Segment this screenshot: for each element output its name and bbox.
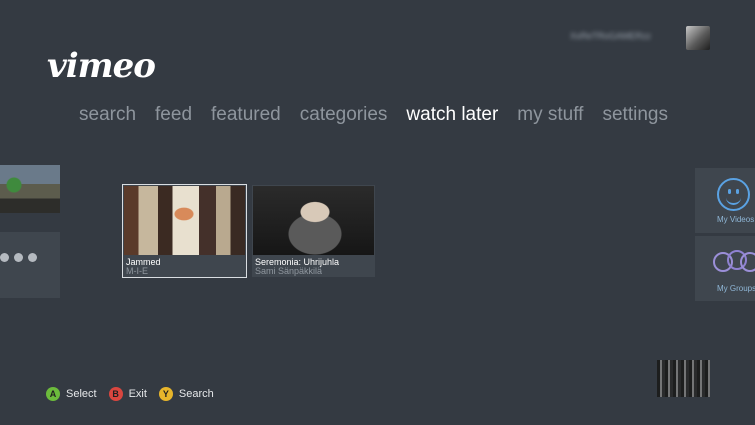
nav-settings[interactable]: settings bbox=[602, 104, 667, 130]
hint-search-label: Search bbox=[178, 388, 214, 400]
gamertag: XxReTRoGAMERzz bbox=[570, 31, 652, 41]
group-icon bbox=[740, 252, 755, 272]
my-groups-label: My Groups bbox=[717, 284, 755, 293]
now-playing-thumbnail bbox=[657, 360, 710, 397]
nav-feed[interactable]: feed bbox=[155, 104, 192, 130]
more-tile[interactable] bbox=[0, 232, 60, 298]
hint-exit[interactable]: B Exit bbox=[108, 387, 147, 401]
nav-featured[interactable]: featured bbox=[211, 104, 281, 130]
video-thumbnail bbox=[253, 186, 374, 255]
nav-categories[interactable]: categories bbox=[300, 104, 388, 130]
avatar[interactable] bbox=[686, 26, 710, 50]
nav-watch-later[interactable]: watch later bbox=[406, 104, 498, 130]
a-button-icon: A bbox=[46, 387, 60, 401]
my-groups-tile[interactable]: My Groups bbox=[695, 236, 755, 301]
vimeo-logo: vimeo bbox=[47, 46, 156, 86]
hint-select-label: Select bbox=[66, 388, 97, 400]
video-thumbnail bbox=[124, 186, 245, 255]
b-button-icon: B bbox=[108, 387, 123, 401]
hint-select[interactable]: A Select bbox=[46, 387, 97, 401]
nav-my-stuff[interactable]: my stuff bbox=[517, 104, 583, 130]
video-author: M-I-E bbox=[126, 266, 148, 276]
video-tile-seremonia[interactable]: Seremonia: Uhrijuhla Sami Sänpäkkilä bbox=[252, 185, 375, 277]
previous-video-thumbnail[interactable] bbox=[0, 165, 60, 213]
more-dot-icon bbox=[14, 253, 23, 262]
hint-exit-label: Exit bbox=[128, 388, 147, 400]
my-videos-label: My Videos bbox=[717, 215, 755, 224]
main-nav: search feed featured categories watch la… bbox=[79, 104, 687, 130]
video-author: Sami Sänpäkkilä bbox=[255, 266, 323, 276]
y-button-icon: Y bbox=[158, 387, 173, 401]
video-tile-jammed[interactable]: Jammed M-I-E bbox=[122, 184, 247, 278]
my-videos-tile[interactable]: My Videos bbox=[695, 168, 755, 233]
smiley-icon bbox=[717, 178, 750, 211]
hint-search[interactable]: Y Search bbox=[158, 387, 214, 401]
controller-hints: A Select B Exit Y Search bbox=[46, 387, 226, 401]
more-dot-icon bbox=[28, 253, 37, 262]
nav-search[interactable]: search bbox=[79, 104, 136, 130]
more-dot-icon bbox=[0, 253, 9, 262]
